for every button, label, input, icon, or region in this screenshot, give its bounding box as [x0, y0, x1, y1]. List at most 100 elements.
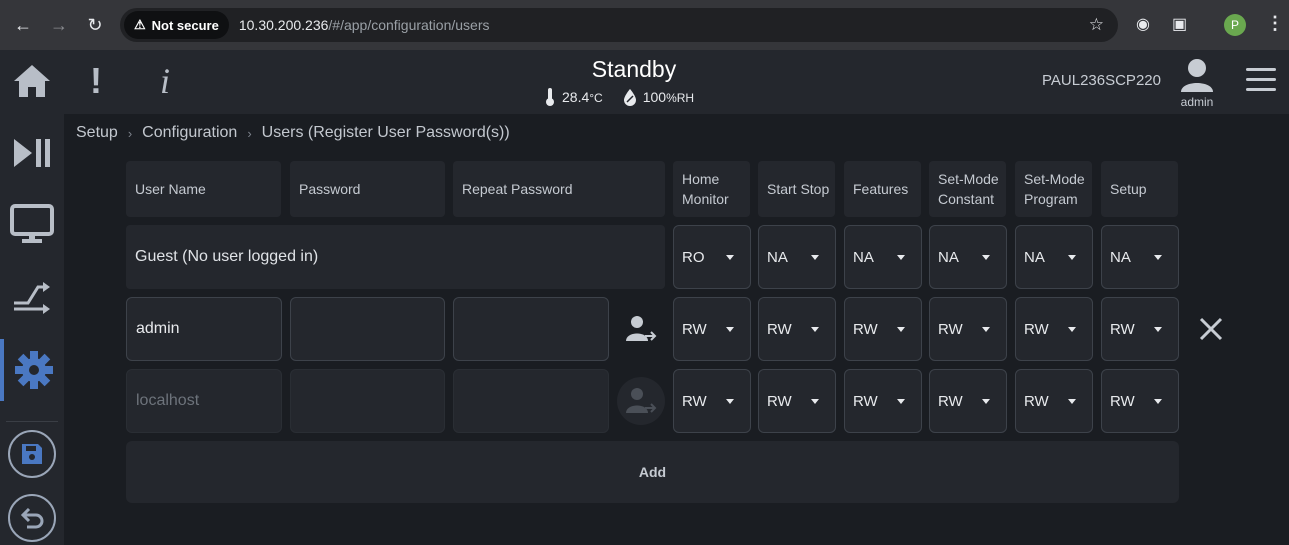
caret-down-icon: [1154, 399, 1162, 404]
play-pause-icon: [14, 139, 50, 167]
caret-down-icon: [726, 255, 734, 260]
localhost-perm-home-monitor[interactable]: RW: [673, 369, 751, 433]
header-set-mode-constant: Set-Mode Constant: [929, 161, 1006, 217]
caret-down-icon: [726, 399, 734, 404]
admin-perm-set-mode-constant[interactable]: RW: [929, 297, 1007, 361]
guest-perm-home-monitor[interactable]: RO: [673, 225, 751, 289]
caret-down-icon: [897, 327, 905, 332]
url-path: /#/app/configuration/users: [328, 17, 490, 33]
guest-row-label: Guest (No user logged in): [126, 225, 665, 289]
breadcrumb-setup[interactable]: Setup: [76, 124, 118, 142]
guest-perm-start-stop[interactable]: NA: [758, 225, 836, 289]
repeat-password-input[interactable]: [463, 320, 608, 338]
readings: 28.4°C 100%RH: [544, 87, 694, 107]
user-name-field[interactable]: admin: [126, 297, 282, 361]
password-field: [290, 369, 445, 433]
user-switch-icon: [626, 316, 657, 341]
browser-menu-icon[interactable]: ⋮: [1266, 13, 1284, 34]
alarm-icon[interactable]: !: [90, 60, 102, 102]
select-value: RW: [682, 320, 707, 338]
breadcrumb-configuration[interactable]: Configuration: [142, 124, 237, 142]
localhost-perm-setup[interactable]: RW: [1101, 369, 1179, 433]
save-button[interactable]: [8, 430, 56, 478]
caret-down-icon: [1154, 327, 1162, 332]
password-input[interactable]: [300, 320, 444, 338]
select-value: NA: [767, 248, 788, 266]
admin-perm-features[interactable]: RW: [844, 297, 922, 361]
user-avatar-icon: [1181, 59, 1213, 92]
select-value: NA: [938, 248, 959, 266]
menu-icon[interactable]: [1246, 68, 1276, 98]
warning-icon: ⚠: [134, 17, 146, 32]
caret-down-icon: [982, 399, 990, 404]
shuffle-icon: [14, 282, 50, 314]
localhost-perm-start-stop[interactable]: RW: [758, 369, 836, 433]
app-sidebar: [0, 50, 64, 545]
guest-perm-features[interactable]: NA: [844, 225, 922, 289]
select-value: RO: [682, 248, 705, 266]
start-stop-nav[interactable]: [0, 122, 64, 184]
select-value: NA: [1110, 248, 1131, 266]
caret-down-icon: [726, 327, 734, 332]
localhost-perm-set-mode-constant[interactable]: RW: [929, 369, 1007, 433]
address-bar[interactable]: ⚠ Not secure 10.30.200.236/#/app/configu…: [120, 8, 1118, 42]
home-nav[interactable]: [0, 50, 64, 112]
humidity-value: 100: [642, 89, 667, 105]
delete-user-icon[interactable]: [1196, 314, 1226, 344]
header-user-name: User Name: [126, 161, 281, 217]
localhost-perm-features[interactable]: RW: [844, 369, 922, 433]
temperature-unit: °C: [589, 91, 603, 105]
thermometer-icon: [546, 88, 554, 106]
breadcrumb-separator: ›: [247, 125, 252, 141]
admin-perm-home-monitor[interactable]: RW: [673, 297, 751, 361]
select-value: RW: [1110, 320, 1135, 338]
add-user-button[interactable]: Add: [126, 441, 1179, 503]
humidity-unit: %RH: [666, 91, 695, 105]
user-logout-button[interactable]: [617, 305, 665, 353]
caret-down-icon: [811, 327, 819, 332]
extension-icon[interactable]: ◉: [1136, 14, 1150, 34]
settings-nav[interactable]: [0, 339, 64, 401]
temperature-value: 28.4: [562, 89, 590, 105]
info-icon[interactable]: i: [160, 60, 170, 102]
caret-down-icon: [1068, 255, 1076, 260]
caret-down-icon: [897, 255, 905, 260]
humidity-reading: 100%RH: [623, 88, 694, 106]
admin-perm-start-stop[interactable]: RW: [758, 297, 836, 361]
select-value: RW: [1024, 320, 1049, 338]
select-value: RW: [682, 392, 707, 410]
breadcrumb: Setup › Configuration › Users (Register …: [76, 124, 510, 142]
caret-down-icon: [897, 399, 905, 404]
monitor-nav[interactable]: [0, 193, 64, 255]
guest-perm-set-mode-constant[interactable]: NA: [929, 225, 1007, 289]
password-field[interactable]: [290, 297, 445, 361]
forward-icon[interactable]: →: [41, 7, 77, 43]
profile-avatar[interactable]: P: [1224, 14, 1246, 36]
select-value: NA: [853, 248, 874, 266]
localhost-perm-set-mode-program[interactable]: RW: [1015, 369, 1093, 433]
extensions-puzzle-icon[interactable]: ▣: [1172, 14, 1187, 34]
admin-perm-setup[interactable]: RW: [1101, 297, 1179, 361]
repeat-password-field[interactable]: [453, 297, 609, 361]
header-set-mode-program: Set-Mode Program: [1015, 161, 1092, 217]
guest-perm-setup[interactable]: NA: [1101, 225, 1179, 289]
program-nav[interactable]: [0, 266, 64, 328]
reload-icon[interactable]: ↻: [77, 7, 113, 43]
undo-button[interactable]: [8, 494, 56, 542]
header-password: Password: [290, 161, 445, 217]
admin-perm-set-mode-program[interactable]: RW: [1015, 297, 1093, 361]
caret-down-icon: [1068, 327, 1076, 332]
caret-down-icon: [982, 255, 990, 260]
bookmark-star-icon[interactable]: ☆: [1089, 15, 1104, 35]
header-home-monitor: Home Monitor: [673, 161, 750, 217]
breadcrumb-users: Users (Register User Password(s)): [261, 124, 510, 141]
back-icon[interactable]: ←: [5, 7, 41, 43]
undo-icon: [20, 507, 44, 529]
security-chip[interactable]: ⚠ Not secure: [124, 11, 229, 39]
user-menu[interactable]: admin: [1174, 58, 1220, 109]
security-label: Not secure: [151, 17, 219, 33]
url-text[interactable]: 10.30.200.236/#/app/configuration/users: [239, 17, 490, 33]
header-setup: Setup: [1101, 161, 1178, 217]
select-value: RW: [938, 392, 963, 410]
guest-perm-set-mode-program[interactable]: NA: [1015, 225, 1093, 289]
